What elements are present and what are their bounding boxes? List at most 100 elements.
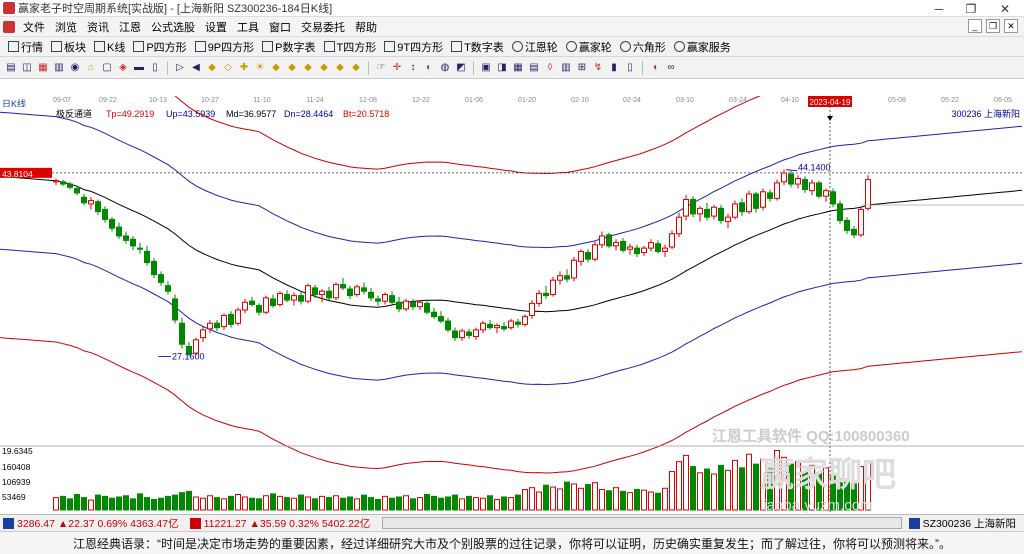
candle-body: [340, 284, 346, 289]
draw-tool-5-icon[interactable]: ⌂: [84, 61, 98, 75]
toolbar-button-4[interactable]: 9P四方形: [191, 39, 258, 55]
draw-tool-10-icon[interactable]: ▷: [173, 61, 187, 75]
menu-browse[interactable]: 浏览: [50, 19, 82, 35]
status-item-2[interactable]: SZ300236 上海新阳: [906, 516, 1016, 531]
menu-help[interactable]: 帮助: [350, 19, 382, 35]
draw-tool-26-icon[interactable]: ◍: [438, 61, 452, 75]
draw-tool-12-icon[interactable]: ◆: [205, 61, 219, 75]
draw-tool-36-icon[interactable]: ▮: [607, 61, 621, 75]
volume-bar: [116, 496, 122, 511]
mdi-minimize-button[interactable]: _: [968, 19, 982, 33]
draw-tool-3-icon[interactable]: ▥: [52, 61, 66, 75]
draw-tool-4-icon[interactable]: ◉: [68, 61, 82, 75]
draw-tool-20-icon[interactable]: ◆: [333, 61, 347, 75]
toolbar-button-0[interactable]: 行情: [4, 39, 47, 55]
draw-tool-11-icon[interactable]: ◀: [189, 61, 203, 75]
toolbar-button-6[interactable]: T四方形: [320, 39, 381, 55]
draw-tool-19-icon[interactable]: ◆: [317, 61, 331, 75]
draw-tool-18-icon[interactable]: ◆: [301, 61, 315, 75]
volume-bar: [592, 482, 598, 511]
draw-tool-30-icon[interactable]: ▦: [511, 61, 525, 75]
toolbar-button-12[interactable]: 赢家服务: [670, 39, 735, 55]
draw-tool-38-icon[interactable]: ◖: [648, 61, 662, 75]
volume-bar: [424, 494, 430, 511]
toolbar-button-2[interactable]: K线: [90, 39, 129, 55]
horizontal-scrollbar[interactable]: [382, 517, 903, 529]
status-item-0[interactable]: 3286.47 ▲22.37 0.69% 4363.47亿: [0, 516, 179, 531]
menu-gann[interactable]: 江恩: [114, 19, 146, 35]
menu-tools[interactable]: 工具: [232, 19, 264, 35]
candle-body: [844, 219, 850, 231]
candle-body: [137, 247, 143, 250]
mdi-restore-button[interactable]: ❐: [986, 19, 1000, 33]
volume-bar: [536, 491, 542, 511]
draw-tool-7-icon[interactable]: ◈: [116, 61, 130, 75]
volume-bar: [354, 498, 360, 511]
candle-body: [746, 193, 752, 213]
draw-tool-2-icon[interactable]: ▦: [36, 61, 50, 75]
menu-file[interactable]: 文件: [18, 19, 50, 35]
draw-tool-22-icon[interactable]: ☞: [374, 61, 388, 75]
candle-body: [655, 243, 661, 252]
status-item-1[interactable]: 11221.27 ▲35.59 0.32% 5402.22亿: [187, 516, 370, 531]
draw-tool-25-icon[interactable]: ◐: [422, 61, 436, 75]
draw-tool-17-icon[interactable]: ◆: [285, 61, 299, 75]
menu-formula[interactable]: 公式选股: [146, 19, 200, 35]
volume-bar: [298, 494, 304, 511]
gann-quote: 江恩经典语录：“时间是决定市场走势的重要因素，经过详细研究大市及个别股票的过往记…: [0, 531, 1024, 554]
draw-tool-14-icon[interactable]: ✚: [237, 61, 251, 75]
draw-tool-31-icon[interactable]: ▤: [527, 61, 541, 75]
toolbar-button-3[interactable]: P四方形: [129, 39, 190, 55]
draw-tool-33-icon[interactable]: ▥: [559, 61, 573, 75]
close-button[interactable]: ✕: [988, 0, 1022, 17]
draw-tool-28-icon[interactable]: ▣: [479, 61, 493, 75]
toolbar-button-10[interactable]: 赢家轮: [562, 39, 616, 55]
draw-tool-39-icon[interactable]: ∞: [664, 61, 678, 75]
draw-tool-21-icon[interactable]: ◆: [349, 61, 363, 75]
candle-body: [438, 316, 444, 322]
toolbar-button-8[interactable]: T数字表: [447, 39, 508, 55]
toolbar-button-1[interactable]: 板块: [47, 39, 90, 55]
draw-tool-27-icon[interactable]: ◩: [454, 61, 468, 75]
draw-tool-13-icon[interactable]: ◇: [221, 61, 235, 75]
draw-tool-9-icon[interactable]: ▯: [148, 61, 162, 75]
candle-body: [627, 246, 633, 250]
high-pointer: [785, 169, 798, 172]
grid-icon: [8, 41, 19, 52]
menu-info[interactable]: 资讯: [82, 19, 114, 35]
draw-tool-35-icon[interactable]: ↯: [591, 61, 605, 75]
toolbar-button-7[interactable]: 9T四方形: [380, 39, 447, 55]
draw-tool-15-icon[interactable]: ☀: [253, 61, 267, 75]
minimize-button[interactable]: ─: [922, 0, 956, 17]
volume-bar: [494, 498, 500, 511]
draw-tool-6-icon[interactable]: ▢: [100, 61, 114, 75]
candle-body: [312, 287, 318, 296]
menu-trade[interactable]: 交易委托: [296, 19, 350, 35]
draw-tool-0-icon[interactable]: ▤: [4, 61, 18, 75]
volume-bar: [487, 495, 493, 511]
indicator-tp: Tp=49.2919: [106, 109, 154, 119]
volume-bar: [515, 494, 521, 511]
candle-body: [767, 192, 773, 199]
draw-tool-34-icon[interactable]: ⊞: [575, 61, 589, 75]
draw-tool-29-icon[interactable]: ◨: [495, 61, 509, 75]
toolbar-button-11[interactable]: 六角形: [616, 39, 670, 55]
mdi-close-button[interactable]: ✕: [1004, 19, 1018, 33]
draw-tool-8-icon[interactable]: ▬: [132, 61, 146, 75]
menu-settings[interactable]: 设置: [200, 19, 232, 35]
volume-bar: [403, 495, 409, 511]
volume-bar: [67, 498, 73, 511]
draw-tool-23-icon[interactable]: ✛: [390, 61, 404, 75]
candle-body: [151, 260, 157, 276]
toolbar-button-9[interactable]: 江恩轮: [508, 39, 562, 55]
draw-tool-16-icon[interactable]: ◆: [269, 61, 283, 75]
toolbar-button-5[interactable]: P数字表: [258, 39, 319, 55]
maximize-button[interactable]: ❐: [954, 0, 988, 17]
draw-tool-1-icon[interactable]: ◫: [20, 61, 34, 75]
kline-chart[interactable]: 极反通道 Tp=49.2919 Up=43.5939 Md=36.9577 Dn=28.…: [0, 96, 1024, 514]
draw-tool-24-icon[interactable]: ↕: [406, 61, 420, 75]
draw-tool-32-icon[interactable]: ◊: [543, 61, 557, 75]
draw-tool-37-icon[interactable]: ▯: [623, 61, 637, 75]
menu-window[interactable]: 窗口: [264, 19, 296, 35]
candle-body: [711, 206, 717, 217]
